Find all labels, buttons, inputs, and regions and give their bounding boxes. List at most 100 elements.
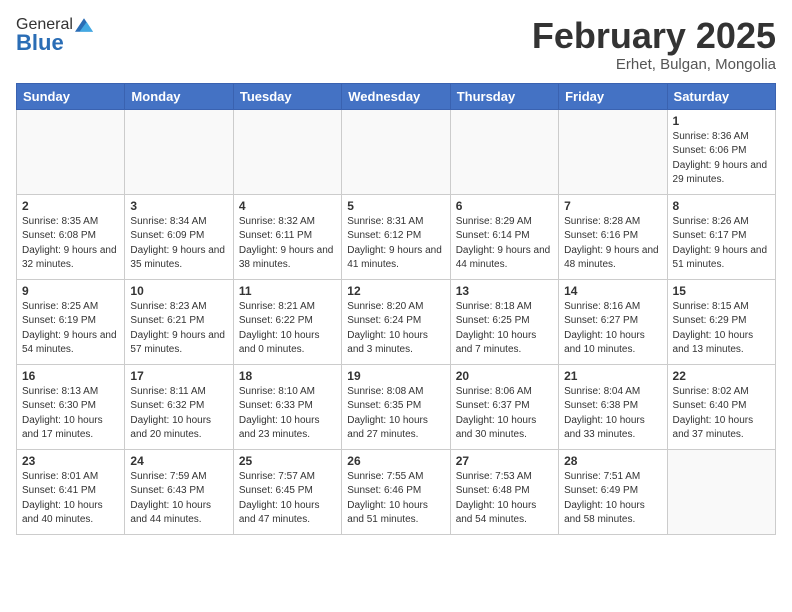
day-info: Sunrise: 7:55 AMSunset: 6:46 PMDaylight:…	[347, 470, 444, 528]
calendar-cell: 6Sunrise: 8:29 AMSunset: 6:14 PMDaylight…	[450, 194, 558, 279]
day-info: Sunrise: 8:32 AMSunset: 6:11 PMDaylight:…	[239, 215, 336, 273]
calendar-cell: 11 Sunrise: 8:21 AMSunset: 6:22 PMDayligh…	[233, 279, 341, 364]
calendar-cell: 9Sunrise: 8:25 AMSunset: 6:19 PMDaylight…	[17, 279, 125, 364]
day-number: 12	[347, 284, 444, 298]
logo: General Blue	[16, 16, 93, 56]
calendar-cell: 20 Sunrise: 8:06 AMSunset: 6:37 PMDayligh…	[450, 364, 558, 449]
day-number: 7	[564, 199, 661, 213]
calendar-cell: 16 Sunrise: 8:13 AMSunset: 6:30 PMDayligh…	[17, 364, 125, 449]
day-info: Sunrise: 8:16 AMSunset: 6:27 PMDaylight:…	[564, 300, 661, 358]
calendar-cell	[233, 109, 341, 194]
calendar-cell: 19 Sunrise: 8:08 AMSunset: 6:35 PMDayligh…	[342, 364, 450, 449]
week-row-5: 23 Sunrise: 8:01 AMSunset: 6:41 PMDayligh…	[17, 449, 776, 534]
day-info: Sunrise: 8:06 AMSunset: 6:37 PMDaylight:…	[456, 385, 553, 443]
day-number: 9	[22, 284, 119, 298]
day-info: Sunrise: 8:10 AMSunset: 6:33 PMDaylight:…	[239, 385, 336, 443]
logo-blue-text: Blue	[16, 30, 64, 56]
day-number: 3	[130, 199, 227, 213]
day-info: Sunrise: 8:18 AMSunset: 6:25 PMDaylight:…	[456, 300, 553, 358]
calendar-cell: 7 Sunrise: 8:28 AMSunset: 6:16 PMDaylight…	[559, 194, 667, 279]
calendar-cell	[125, 109, 233, 194]
day-info: Sunrise: 8:15 AMSunset: 6:29 PMDaylight:…	[673, 300, 770, 358]
week-row-1: 1Sunrise: 8:36 AMSunset: 6:06 PMDaylight…	[17, 109, 776, 194]
day-number: 25	[239, 454, 336, 468]
day-number: 14	[564, 284, 661, 298]
week-row-2: 2 Sunrise: 8:35 AMSunset: 6:08 PMDaylight…	[17, 194, 776, 279]
calendar-cell: 13 Sunrise: 8:18 AMSunset: 6:25 PMDayligh…	[450, 279, 558, 364]
weekday-header-saturday: Saturday	[667, 83, 775, 109]
day-info: Sunrise: 8:08 AMSunset: 6:35 PMDaylight:…	[347, 385, 444, 443]
day-number: 8	[673, 199, 770, 213]
weekday-header-tuesday: Tuesday	[233, 83, 341, 109]
day-number: 28	[564, 454, 661, 468]
day-info: Sunrise: 8:04 AMSunset: 6:38 PMDaylight:…	[564, 385, 661, 443]
day-number: 2	[22, 199, 119, 213]
day-number: 20	[456, 369, 553, 383]
calendar-cell: 14 Sunrise: 8:16 AMSunset: 6:27 PMDayligh…	[559, 279, 667, 364]
day-info: Sunrise: 7:57 AMSunset: 6:45 PMDaylight:…	[239, 470, 336, 528]
title-block: February 2025 Erhet, Bulgan, Mongolia	[532, 16, 776, 73]
weekday-header-row: SundayMondayTuesdayWednesdayThursdayFrid…	[17, 83, 776, 109]
day-info: Sunrise: 8:13 AMSunset: 6:30 PMDaylight:…	[22, 385, 119, 443]
day-info: Sunrise: 8:26 AMSunset: 6:17 PMDaylight:…	[673, 215, 770, 273]
calendar-cell	[450, 109, 558, 194]
calendar-cell: 26 Sunrise: 7:55 AMSunset: 6:46 PMDayligh…	[342, 449, 450, 534]
calendar-cell: 4 Sunrise: 8:32 AMSunset: 6:11 PMDaylight…	[233, 194, 341, 279]
location-subtitle: Erhet, Bulgan, Mongolia	[532, 56, 776, 73]
day-info: Sunrise: 8:01 AMSunset: 6:41 PMDaylight:…	[22, 470, 119, 528]
calendar-cell: 23 Sunrise: 8:01 AMSunset: 6:41 PMDayligh…	[17, 449, 125, 534]
calendar-cell: 15 Sunrise: 8:15 AMSunset: 6:29 PMDayligh…	[667, 279, 775, 364]
calendar-cell	[17, 109, 125, 194]
day-number: 18	[239, 369, 336, 383]
weekday-header-wednesday: Wednesday	[342, 83, 450, 109]
day-info: Sunrise: 7:59 AMSunset: 6:43 PMDaylight:…	[130, 470, 227, 528]
day-number: 16	[22, 369, 119, 383]
day-number: 1	[673, 114, 770, 128]
day-info: Sunrise: 8:35 AMSunset: 6:08 PMDaylight:…	[22, 215, 119, 273]
weekday-header-sunday: Sunday	[17, 83, 125, 109]
day-number: 21	[564, 369, 661, 383]
calendar-cell: 27Sunrise: 7:53 AMSunset: 6:48 PMDayligh…	[450, 449, 558, 534]
calendar-cell: 21 Sunrise: 8:04 AMSunset: 6:38 PMDayligh…	[559, 364, 667, 449]
calendar-cell: 10Sunrise: 8:23 AMSunset: 6:21 PMDayligh…	[125, 279, 233, 364]
calendar-cell: 24 Sunrise: 7:59 AMSunset: 6:43 PMDayligh…	[125, 449, 233, 534]
calendar-cell: 3 Sunrise: 8:34 AMSunset: 6:09 PMDaylight…	[125, 194, 233, 279]
day-number: 5	[347, 199, 444, 213]
weekday-header-thursday: Thursday	[450, 83, 558, 109]
day-number: 13	[456, 284, 553, 298]
calendar-cell: 22 Sunrise: 8:02 AMSunset: 6:40 PMDayligh…	[667, 364, 775, 449]
day-info: Sunrise: 8:21 AMSunset: 6:22 PMDaylight:…	[239, 300, 336, 358]
calendar-cell: 12 Sunrise: 8:20 AMSunset: 6:24 PMDayligh…	[342, 279, 450, 364]
day-info: Sunrise: 7:51 AMSunset: 6:49 PMDaylight:…	[564, 470, 661, 528]
day-number: 10	[130, 284, 227, 298]
calendar-cell: 8 Sunrise: 8:26 AMSunset: 6:17 PMDaylight…	[667, 194, 775, 279]
week-row-3: 9Sunrise: 8:25 AMSunset: 6:19 PMDaylight…	[17, 279, 776, 364]
day-number: 4	[239, 199, 336, 213]
week-row-4: 16 Sunrise: 8:13 AMSunset: 6:30 PMDayligh…	[17, 364, 776, 449]
weekday-header-monday: Monday	[125, 83, 233, 109]
calendar-cell	[559, 109, 667, 194]
day-number: 22	[673, 369, 770, 383]
day-number: 11	[239, 284, 336, 298]
day-info: Sunrise: 8:20 AMSunset: 6:24 PMDaylight:…	[347, 300, 444, 358]
day-number: 17	[130, 369, 227, 383]
day-info: Sunrise: 8:34 AMSunset: 6:09 PMDaylight:…	[130, 215, 227, 273]
day-number: 24	[130, 454, 227, 468]
day-number: 23	[22, 454, 119, 468]
weekday-header-friday: Friday	[559, 83, 667, 109]
calendar-cell: 5 Sunrise: 8:31 AMSunset: 6:12 PMDaylight…	[342, 194, 450, 279]
day-info: Sunrise: 8:02 AMSunset: 6:40 PMDaylight:…	[673, 385, 770, 443]
day-info: Sunrise: 7:53 AMSunset: 6:48 PMDaylight:…	[456, 470, 553, 528]
calendar-table: SundayMondayTuesdayWednesdayThursdayFrid…	[16, 83, 776, 535]
day-info: Sunrise: 8:31 AMSunset: 6:12 PMDaylight:…	[347, 215, 444, 273]
day-info: Sunrise: 8:28 AMSunset: 6:16 PMDaylight:…	[564, 215, 661, 273]
calendar-cell: 25 Sunrise: 7:57 AMSunset: 6:45 PMDayligh…	[233, 449, 341, 534]
calendar-cell	[667, 449, 775, 534]
day-number: 6	[456, 199, 553, 213]
day-number: 26	[347, 454, 444, 468]
day-number: 19	[347, 369, 444, 383]
calendar-cell: 28 Sunrise: 7:51 AMSunset: 6:49 PMDayligh…	[559, 449, 667, 534]
calendar-cell: 17Sunrise: 8:11 AMSunset: 6:32 PMDayligh…	[125, 364, 233, 449]
day-number: 15	[673, 284, 770, 298]
calendar-cell: 18 Sunrise: 8:10 AMSunset: 6:33 PMDayligh…	[233, 364, 341, 449]
